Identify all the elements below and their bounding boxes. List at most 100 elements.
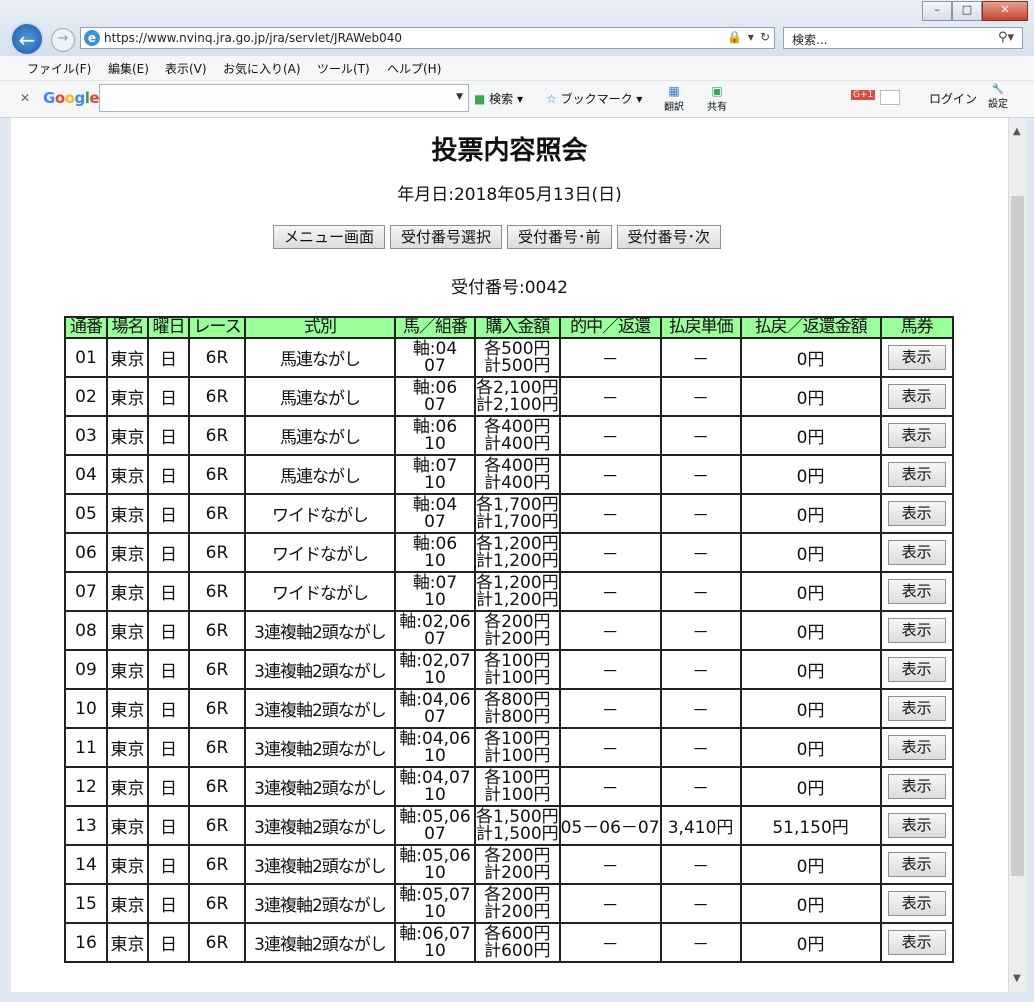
hit-cell: － (558, 883, 662, 924)
login-link[interactable]: ログイン (929, 90, 977, 107)
minimize-button[interactable]: – (922, 1, 952, 21)
row-number: 10 (64, 688, 108, 729)
unit-price-cell: － (659, 493, 742, 534)
menu-favorites[interactable]: お気に入り(A) (223, 60, 301, 77)
amount-total: 計1,200円 (476, 589, 559, 610)
back-arrow-icon: ← (18, 28, 36, 52)
amount-total: 計200円 (484, 628, 551, 649)
wrench-icon: 🔧 (991, 84, 1005, 95)
show-ticket-button[interactable]: 表示 (887, 696, 946, 721)
show-ticket-button[interactable]: 表示 (887, 423, 946, 448)
show-ticket-button[interactable]: 表示 (887, 618, 946, 643)
show-ticket-button[interactable]: 表示 (887, 657, 946, 682)
scroll-down-icon[interactable]: ▼ (1013, 973, 1021, 984)
partner-horses: 10 (424, 433, 446, 454)
google-plus-icon[interactable]: G+1 (851, 90, 876, 100)
header-col-payout: 払戻／返還金額 (739, 316, 882, 339)
axis-horses: 軸:06 (412, 533, 458, 554)
axis-horses: 軸:04,06 (399, 728, 471, 749)
partner-horses: 07 (424, 628, 446, 649)
menu-screen-button[interactable]: メニュー画面 (273, 225, 386, 249)
share-button[interactable]: ▣ 共有 (707, 84, 727, 113)
payout-cell: 0円 (739, 610, 882, 651)
menu-tools[interactable]: ツール(T) (317, 60, 370, 77)
hit-cell: 05－06－07 (558, 805, 662, 846)
page-title: 投票内容照会 (431, 136, 588, 166)
close-toolbar-icon[interactable]: ✕ (20, 91, 30, 105)
table-row: 09 東京日 6R 3連複軸2頭ながし 軸:02,07 10 各100円 計100円－－ 0円表… (64, 649, 954, 690)
show-ticket-button[interactable]: 表示 (887, 930, 946, 955)
amount-each: 各600円 (484, 923, 551, 944)
show-ticket-button[interactable]: 表示 (887, 345, 946, 370)
settings-button[interactable]: 🔧 設定 (988, 84, 1008, 110)
notification-box[interactable] (880, 90, 900, 105)
navigation-buttons: メニュー画面 受付番号選択 受付番号･前 受付番号･次 (273, 225, 722, 249)
hit-cell: － (558, 415, 662, 456)
receipt-next-button[interactable]: 受付番号･次 (616, 225, 722, 249)
show-ticket-button[interactable]: 表示 (887, 579, 946, 604)
combo-cell: 軸:04 07 (394, 337, 476, 378)
search-icon[interactable]: ⚲▾ (998, 30, 1014, 45)
amount-total: 計100円 (484, 745, 551, 766)
menu-file[interactable]: ファイル(F) (27, 60, 91, 77)
day-cell: 日 (147, 844, 190, 885)
scroll-thumb[interactable] (1011, 196, 1024, 876)
venue-cell: 東京 (106, 883, 149, 924)
show-ticket-button[interactable]: 表示 (887, 501, 946, 526)
forward-button[interactable]: → (51, 28, 75, 52)
chevron-down-icon[interactable]: ▼ (456, 92, 463, 102)
show-ticket-button[interactable]: 表示 (887, 852, 946, 877)
menu-edit[interactable]: 編集(E) (108, 60, 149, 77)
amount-cell: 各1,700円 計1,700円 (474, 493, 561, 534)
google-search-input[interactable]: ▼ (99, 84, 469, 112)
browser-search-placeholder: 検索... (792, 33, 828, 47)
show-ticket-button[interactable]: 表示 (887, 735, 946, 760)
axis-horses: 軸:05,06 (399, 845, 471, 866)
dropdown-arrow-icon[interactable]: ▾ (748, 30, 754, 44)
show-ticket-button[interactable]: 表示 (887, 813, 946, 838)
show-ticket-button[interactable]: 表示 (887, 774, 946, 799)
unit-price-cell: － (659, 337, 742, 378)
maximize-button[interactable]: □ (952, 1, 982, 21)
bookmark-button[interactable]: ☆ ブックマーク ▾ (546, 90, 642, 107)
receipt-select-button[interactable]: 受付番号選択 (390, 225, 503, 249)
refresh-icon[interactable]: ↻ (760, 30, 770, 44)
amount-each: 各200円 (484, 845, 551, 866)
show-ticket-button[interactable]: 表示 (887, 540, 946, 565)
lock-icon[interactable]: 🔒 (727, 30, 742, 44)
race-cell: 6R (188, 883, 246, 924)
race-cell: 6R (188, 571, 246, 612)
show-ticket-button[interactable]: 表示 (887, 462, 946, 487)
partner-horses: 07 (424, 355, 446, 376)
translate-button[interactable]: ▦ 翻訳 (664, 84, 684, 113)
address-bar[interactable]: e https://www.nvinq.jra.go.jp/jra/servle… (80, 27, 775, 49)
bet-table: 通番 場名 曜日 レース 式別 馬／組番 購入金額 的中／返還 払戻単価 払戻／返還金額 馬券 01… (64, 316, 954, 963)
show-ticket-button[interactable]: 表示 (887, 891, 946, 916)
header-col-venue: 場名 (106, 316, 149, 339)
vertical-scrollbar[interactable]: ▲ ▼ (1008, 118, 1027, 992)
bet-type-cell: ワイドながし (244, 532, 396, 573)
ticket-cell: 表示 (879, 571, 954, 612)
combo-cell: 軸:04,07 10 (394, 766, 476, 807)
amount-each: 各200円 (484, 611, 551, 632)
menu-help[interactable]: ヘルプ(H) (387, 60, 441, 77)
google-search-button[interactable]: ■ 検索 ▾ (474, 90, 523, 107)
bet-type-cell: 3連複軸2頭ながし (244, 727, 396, 768)
scroll-up-icon[interactable]: ▲ (1013, 126, 1021, 137)
receipt-prev-button[interactable]: 受付番号･前 (507, 225, 612, 249)
combo-cell: 軸:04 07 (394, 493, 476, 534)
partner-horses: 10 (424, 745, 446, 766)
ticket-cell: 表示 (879, 454, 954, 495)
ticket-cell: 表示 (879, 376, 954, 417)
row-number: 14 (64, 844, 108, 885)
axis-horses: 軸:05,07 (399, 884, 471, 905)
header-col-no: 通番 (64, 316, 108, 339)
row-number: 15 (64, 883, 108, 924)
back-button[interactable]: ← (10, 22, 44, 56)
address-url[interactable]: https://www.nvinq.jra.go.jp/jra/servlet/… (104, 31, 402, 45)
venue-cell: 東京 (106, 727, 149, 768)
browser-search-box[interactable]: 検索... ⚲▾ (783, 27, 1023, 49)
menu-view[interactable]: 表示(V) (165, 60, 207, 77)
close-button[interactable]: ✕ (982, 1, 1028, 21)
show-ticket-button[interactable]: 表示 (887, 384, 946, 409)
